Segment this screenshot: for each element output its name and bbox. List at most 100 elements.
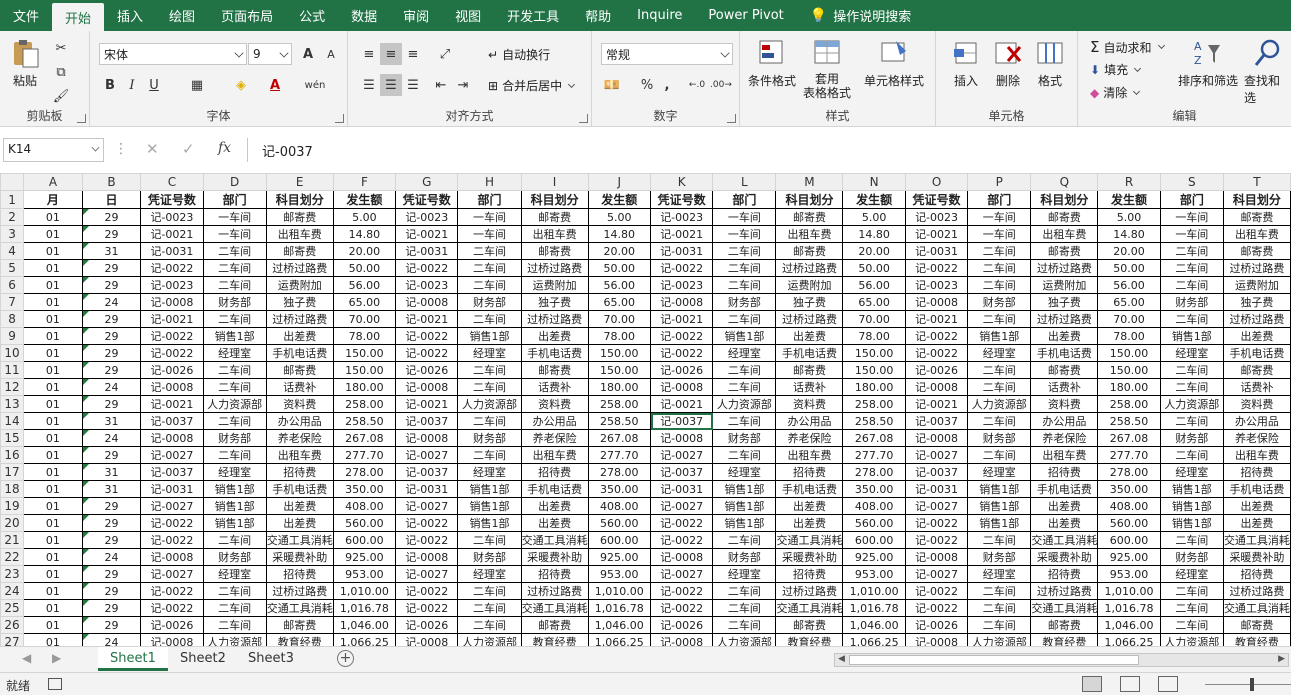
row-header[interactable]: 4 — [0, 242, 25, 260]
cell[interactable]: 销售1部 — [1159, 514, 1224, 532]
cell[interactable]: 经理室 — [712, 463, 777, 481]
cell[interactable]: 记-0026 — [650, 361, 714, 379]
cell[interactable]: 记-0008 — [140, 548, 204, 566]
cell[interactable]: 560.00 — [1097, 514, 1161, 532]
cell[interactable]: 手机电话费 — [265, 344, 334, 362]
cell[interactable]: 二车间 — [967, 599, 1032, 617]
cell[interactable]: 二车间 — [967, 242, 1032, 260]
cell[interactable]: 01 — [23, 225, 83, 243]
cell[interactable]: 邮寄费 — [1030, 616, 1099, 634]
cell[interactable]: 记-0022 — [395, 259, 459, 277]
cell[interactable]: 过桥过路费 — [1222, 310, 1291, 328]
shrink-font-button[interactable]: A — [320, 43, 342, 65]
cell[interactable]: 二车间 — [712, 276, 777, 294]
cell[interactable]: 925.00 — [1097, 548, 1161, 566]
cell[interactable]: 销售1部 — [202, 497, 267, 515]
cell[interactable]: 记-0026 — [904, 616, 969, 634]
cell[interactable]: 1,046.00 — [587, 616, 652, 634]
cell[interactable]: 二车间 — [967, 412, 1032, 430]
column-header[interactable]: M — [775, 173, 844, 191]
cell[interactable]: 经理室 — [1159, 565, 1224, 583]
cut-icon[interactable]: ✂ — [50, 37, 72, 59]
cell[interactable]: 01 — [23, 242, 83, 260]
cell[interactable]: 01 — [23, 446, 83, 464]
cell[interactable]: 70.00 — [332, 310, 397, 328]
row-header[interactable]: 23 — [0, 565, 25, 583]
cell[interactable]: 记-0031 — [650, 480, 714, 498]
cell[interactable]: 953.00 — [587, 565, 652, 583]
cell[interactable]: 采暖费补助 — [265, 548, 334, 566]
cell[interactable]: 出差费 — [520, 327, 589, 345]
cell[interactable]: 56.00 — [587, 276, 652, 294]
cell[interactable]: 278.00 — [1097, 463, 1161, 481]
cell[interactable]: 24 — [81, 633, 142, 646]
scroll-right-icon[interactable]: ▶ — [1278, 654, 1285, 664]
header-cell[interactable]: 部门 — [1159, 190, 1224, 209]
cell[interactable]: 600.00 — [842, 531, 906, 549]
cell[interactable]: 交通工具消耗 — [1030, 531, 1099, 549]
cell[interactable]: 50.00 — [1097, 259, 1161, 277]
cell[interactable]: 记-0008 — [395, 548, 459, 566]
cell[interactable]: 手机电话费 — [520, 480, 589, 498]
zoom-thumb[interactable] — [1250, 678, 1254, 691]
cell[interactable]: 记-0037 — [904, 412, 969, 430]
cell[interactable]: 出租车费 — [1030, 225, 1099, 243]
cell[interactable]: 50.00 — [332, 259, 397, 277]
cell[interactable]: 财务部 — [1159, 429, 1224, 447]
cell[interactable]: 过桥过路费 — [775, 582, 844, 600]
cell[interactable]: 人力资源部 — [457, 395, 522, 413]
cell[interactable]: 记-0027 — [904, 446, 969, 464]
cell[interactable]: 销售1部 — [712, 497, 777, 515]
font-size-select[interactable]: 9 — [248, 43, 292, 65]
cell[interactable]: 29 — [81, 310, 142, 328]
cell[interactable]: 人力资源部 — [202, 395, 267, 413]
header-cell[interactable]: 凭证号数 — [140, 190, 204, 209]
row-header[interactable]: 15 — [0, 429, 25, 447]
alignment-launcher-icon[interactable] — [579, 114, 588, 123]
cell[interactable]: 销售1部 — [457, 480, 522, 498]
cell[interactable]: 人力资源部 — [967, 633, 1032, 646]
cell[interactable]: 销售1部 — [1159, 480, 1224, 498]
tab-4[interactable]: 页面布局 — [208, 0, 286, 31]
cell[interactable]: 出租车费 — [265, 446, 334, 464]
column-header[interactable]: G — [395, 173, 459, 191]
column-header[interactable]: T — [1222, 173, 1291, 191]
cell[interactable]: 采暖费补助 — [1222, 548, 1291, 566]
cell[interactable]: 二车间 — [457, 616, 522, 634]
cell[interactable]: 销售1部 — [457, 497, 522, 515]
cell[interactable]: 记-0027 — [650, 497, 714, 515]
cell[interactable]: 记-0026 — [904, 361, 969, 379]
tab-0[interactable]: 文件 — [0, 0, 52, 31]
cell[interactable]: 5.00 — [1097, 208, 1161, 226]
cell[interactable]: 出租车费 — [1222, 225, 1291, 243]
cell[interactable]: 24 — [81, 378, 142, 396]
row-header[interactable]: 13 — [0, 395, 25, 413]
cell[interactable]: 养老保险 — [1222, 429, 1291, 447]
cell[interactable]: 二车间 — [202, 412, 267, 430]
cell[interactable]: 记-0022 — [140, 599, 204, 617]
cell[interactable]: 记-0021 — [395, 310, 459, 328]
cell[interactable]: 267.08 — [332, 429, 397, 447]
cell[interactable]: 258.50 — [587, 412, 652, 430]
header-cell[interactable]: 科目划分 — [520, 190, 589, 209]
cell[interactable]: 二车间 — [457, 378, 522, 396]
cell[interactable]: 50.00 — [842, 259, 906, 277]
cell[interactable]: 记-0023 — [140, 208, 204, 226]
cell[interactable]: 出差费 — [1222, 497, 1291, 515]
cell[interactable]: 记-0031 — [395, 242, 459, 260]
cell[interactable]: 01 — [23, 208, 83, 226]
cell[interactable]: 01 — [23, 514, 83, 532]
cell[interactable]: 20.00 — [332, 242, 397, 260]
cell[interactable]: 邮寄费 — [520, 242, 589, 260]
cell[interactable]: 二车间 — [712, 531, 777, 549]
cell[interactable]: 记-0023 — [395, 208, 459, 226]
cell[interactable]: 邮寄费 — [265, 208, 334, 226]
cell[interactable]: 记-0008 — [395, 429, 459, 447]
cell[interactable]: 5.00 — [332, 208, 397, 226]
fill-button[interactable]: ⬇ 填充 — [1090, 61, 1142, 78]
cell[interactable]: 财务部 — [1159, 293, 1224, 311]
header-cell[interactable]: 发生额 — [332, 190, 397, 209]
cell[interactable]: 手机电话费 — [1030, 480, 1099, 498]
font-name-select[interactable]: 宋体 — [99, 43, 247, 65]
cell[interactable]: 二车间 — [1159, 378, 1224, 396]
